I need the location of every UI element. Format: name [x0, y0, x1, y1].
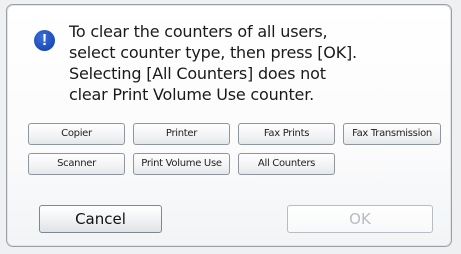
all-counters-button[interactable]: All Counters: [238, 153, 335, 175]
ok-button[interactable]: OK: [287, 205, 433, 233]
dialog-message: To clear the counters of all users, sele…: [69, 21, 429, 105]
exclamation-icon: !: [34, 30, 55, 51]
printer-button[interactable]: Printer: [133, 123, 230, 145]
fax-transmission-button[interactable]: Fax Transmission: [343, 123, 441, 145]
print-volume-use-button[interactable]: Print Volume Use: [133, 153, 230, 175]
cancel-button[interactable]: Cancel: [39, 205, 162, 233]
message-line-3: Selecting [All Counters] does not: [69, 64, 326, 83]
message-line-2: select counter type, then press [OK].: [69, 43, 357, 62]
copier-button[interactable]: Copier: [28, 123, 125, 145]
fax-prints-button[interactable]: Fax Prints: [238, 123, 335, 145]
message-line-1: To clear the counters of all users,: [69, 22, 328, 41]
message-line-4: clear Print Volume Use counter.: [69, 85, 314, 104]
scanner-button[interactable]: Scanner: [28, 153, 125, 175]
